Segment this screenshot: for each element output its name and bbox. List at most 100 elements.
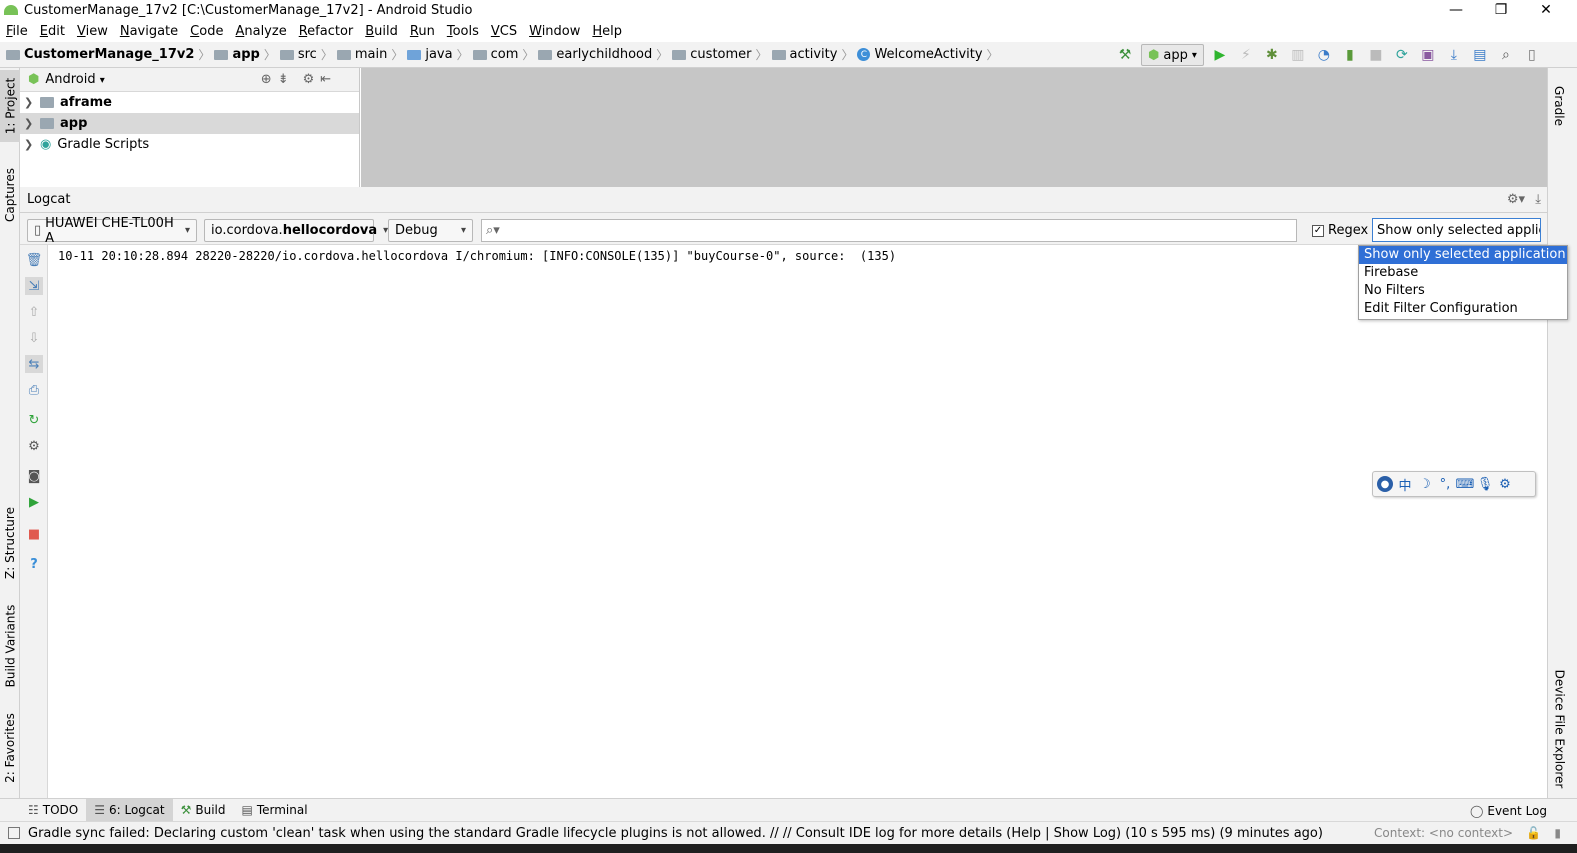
tree-item-app[interactable]: ❯ app: [20, 113, 359, 134]
close-button[interactable]: ✕: [1523, 0, 1569, 20]
scroll-to-end-icon[interactable]: ⇲: [25, 277, 43, 295]
search-icon[interactable]: ⌕: [1496, 45, 1516, 65]
android-studio-icon: [4, 5, 18, 15]
stop-icon[interactable]: ■: [1366, 45, 1386, 65]
run-icon[interactable]: ▶: [1210, 45, 1230, 65]
hide-icon[interactable]: ⤓: [1535, 192, 1541, 207]
restart-icon[interactable]: ↻: [25, 411, 43, 429]
filter-option-no-filters[interactable]: No Filters: [1359, 282, 1567, 300]
status-toggle-icon[interactable]: [8, 827, 20, 839]
menu-vcs[interactable]: VCS: [485, 24, 523, 39]
filter-select[interactable]: Show only selected applic ▾: [1372, 218, 1541, 242]
tab-todo[interactable]: ☷ TODO: [20, 799, 86, 822]
gear-icon[interactable]: ⚙: [303, 72, 315, 87]
tree-item-gradle-scripts[interactable]: ❯ ◉ Gradle Scripts: [20, 134, 359, 155]
profile-icon[interactable]: ◔: [1314, 45, 1334, 65]
project-view-select[interactable]: Android ▾: [45, 72, 104, 87]
status-message[interactable]: Gradle sync failed: Declaring custom 'cl…: [28, 826, 1323, 841]
breadcrumb-activity[interactable]: activity 〉: [770, 46, 856, 63]
up-arrow-icon[interactable]: ⇧: [25, 303, 43, 321]
attach-debugger-icon[interactable]: ▮: [1340, 45, 1360, 65]
filter-option-firebase[interactable]: Firebase: [1359, 264, 1567, 282]
collapse-all-icon[interactable]: ⇟: [278, 72, 289, 87]
breadcrumb-project[interactable]: CustomerManage_17v2 〉: [0, 46, 212, 63]
breadcrumb-main[interactable]: main 〉: [335, 46, 406, 63]
avd-manager-icon[interactable]: ▣: [1418, 45, 1438, 65]
menu-file[interactable]: File: [0, 24, 34, 39]
screen-record-icon[interactable]: ▶: [25, 493, 43, 511]
ime-settings-gear-icon[interactable]: ⚙: [1497, 476, 1513, 492]
menu-refactor[interactable]: Refactor: [293, 24, 360, 39]
event-log-button[interactable]: ◯ Event Log: [1470, 799, 1547, 822]
tab-project[interactable]: 1: Project: [0, 70, 20, 142]
project-structure-icon[interactable]: ▤: [1470, 45, 1490, 65]
menu-edit[interactable]: Edit: [34, 24, 71, 39]
menu-run[interactable]: Run: [404, 24, 441, 39]
log-level-select[interactable]: Debug ▾: [388, 219, 473, 242]
menu-code[interactable]: Code: [184, 24, 229, 39]
breadcrumb-java[interactable]: java 〉: [405, 46, 470, 63]
restore-button[interactable]: ❐: [1478, 0, 1524, 20]
make-project-hammer-icon[interactable]: ⚒: [1115, 45, 1135, 65]
clear-logcat-trash-icon[interactable]: 🗑: [25, 251, 43, 269]
tab-build-variants[interactable]: Build Variants: [0, 598, 20, 693]
logcat-filter-bar: ▯ HUAWEI CHE-TL00H A ▾ io.cordova.helloco…: [20, 213, 1547, 246]
regex-checkbox[interactable]: ✓ Regex: [1312, 223, 1368, 238]
hide-panel-icon[interactable]: ⇤: [320, 72, 331, 87]
menu-build[interactable]: Build: [359, 24, 404, 39]
tab-captures[interactable]: Captures: [0, 160, 20, 230]
minimize-button[interactable]: —: [1433, 0, 1479, 20]
down-arrow-icon[interactable]: ⇩: [25, 329, 43, 347]
ime-moon-icon[interactable]: ☽: [1417, 476, 1433, 492]
layout-inspector-icon[interactable]: ▯: [1522, 45, 1542, 65]
tree-item-aframe[interactable]: ❯ aframe: [20, 92, 359, 113]
device-select[interactable]: ▯ HUAWEI CHE-TL00H A ▾: [27, 216, 197, 246]
menu-help[interactable]: Help: [586, 24, 628, 39]
help-icon[interactable]: ?: [25, 555, 43, 573]
ime-logo-icon[interactable]: ●: [1377, 476, 1393, 492]
logcat-panel: Logcat ⚙▾ ⤓ ▯ HUAWEI CHE-TL00H A ▾ io.cor…: [20, 187, 1547, 798]
sdk-manager-icon[interactable]: ⤓: [1444, 45, 1464, 65]
memory-indicator-icon[interactable]: ▮: [1554, 826, 1561, 840]
tab-logcat[interactable]: ☰ 6: Logcat: [86, 798, 173, 822]
menu-window[interactable]: Window: [523, 24, 586, 39]
breadcrumb-welcomeactivity[interactable]: C WelcomeActivity 〉: [855, 46, 1000, 63]
menu-tools[interactable]: Tools: [441, 24, 485, 39]
gear-icon[interactable]: ⚙: [25, 437, 43, 455]
tab-terminal[interactable]: ▤ Terminal: [233, 799, 315, 822]
debug-icon[interactable]: ✱: [1262, 45, 1282, 65]
ime-chinese-mode-icon[interactable]: 中: [1397, 476, 1413, 494]
sync-gradle-icon[interactable]: ⟳: [1392, 45, 1412, 65]
coverage-icon[interactable]: ▥: [1288, 45, 1308, 65]
ime-punctuation-icon[interactable]: °,: [1437, 476, 1453, 492]
apply-changes-icon[interactable]: ⚡: [1236, 45, 1256, 65]
screen-capture-icon[interactable]: ◙: [25, 467, 43, 485]
breadcrumb-com[interactable]: com 〉: [471, 46, 537, 63]
breadcrumb-earlychildhood[interactable]: earlychildhood 〉: [536, 46, 670, 63]
ime-keyboard-icon[interactable]: ⌨: [1456, 476, 1475, 492]
tab-favorites[interactable]: 2: Favorites: [0, 708, 20, 788]
menu-analyze[interactable]: Analyze: [229, 24, 292, 39]
process-select[interactable]: io.cordova.hellocordova ▾: [204, 219, 388, 242]
breadcrumb-customer[interactable]: customer 〉: [670, 46, 769, 63]
tab-gradle[interactable]: Gradle: [1548, 76, 1570, 136]
breadcrumb-src[interactable]: src 〉: [278, 46, 335, 63]
menu-navigate[interactable]: Navigate: [114, 24, 184, 39]
tab-structure[interactable]: Z: Structure: [0, 500, 20, 585]
filter-option-edit-config[interactable]: Edit Filter Configuration: [1359, 300, 1567, 318]
run-config-select[interactable]: ⬢ app ▾: [1141, 44, 1204, 66]
filter-option-selected-app[interactable]: Show only selected application: [1359, 246, 1567, 264]
menu-view[interactable]: View: [71, 24, 114, 39]
breadcrumb-app[interactable]: app 〉: [212, 46, 277, 63]
lock-icon[interactable]: 🔓: [1526, 826, 1541, 840]
soft-wrap-icon[interactable]: ⇆: [25, 355, 43, 373]
module-folder-icon: [40, 97, 54, 108]
gear-icon[interactable]: ⚙▾: [1507, 192, 1525, 207]
terminate-icon[interactable]: ■: [25, 525, 43, 543]
scroll-from-source-icon[interactable]: ⊕: [261, 72, 272, 87]
tab-build[interactable]: ⚒ Build: [173, 799, 234, 822]
print-icon[interactable]: ⎙: [25, 381, 43, 399]
tab-device-file-explorer[interactable]: Device File Explorer: [1548, 666, 1570, 791]
ime-microphone-icon[interactable]: 🎙: [1477, 476, 1494, 492]
logcat-search-input[interactable]: ⌕▾: [481, 219, 1297, 242]
